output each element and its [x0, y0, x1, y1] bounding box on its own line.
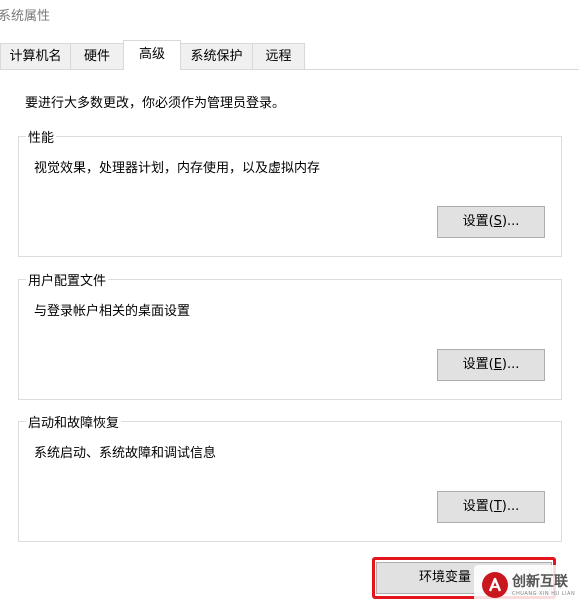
tab-remote[interactable]: 远程	[252, 43, 305, 69]
performance-group-title: 性能	[26, 127, 57, 146]
startup-recovery-group-title: 启动和故障恢复	[26, 412, 122, 431]
button-label-prefix: 设置(	[462, 214, 494, 229]
access-key: T	[493, 499, 502, 514]
startup-recovery-description: 系统启动、系统故障和调试信息	[34, 446, 217, 461]
performance-group	[18, 136, 562, 257]
button-label-suffix: )...	[501, 214, 520, 229]
user-profiles-description: 与登录帐户相关的桌面设置	[34, 304, 191, 319]
tab-advanced[interactable]: 高级	[123, 40, 181, 70]
window-title: 系统属性	[0, 9, 51, 24]
tab-system-protection[interactable]: 系统保护	[180, 43, 253, 69]
tab-strip: 计算机名 硬件 高级 系统保护 远程	[0, 40, 579, 70]
performance-description: 视觉效果，处理器计划，内存使用，以及虚拟内存	[34, 161, 321, 176]
watermark-subtext: CHUANG XIN HU LIAN	[512, 591, 576, 597]
user-profiles-group-title: 用户配置文件	[26, 270, 109, 289]
performance-settings-button[interactable]: 设置(S)...	[437, 206, 545, 238]
button-label-prefix: 设置(	[462, 357, 494, 372]
access-key: E	[493, 357, 502, 372]
watermark-text: 创新互联	[512, 574, 568, 590]
user-profiles-settings-button[interactable]: 设置(E)...	[437, 349, 545, 381]
button-label-suffix: )...	[501, 357, 520, 372]
user-profiles-group	[18, 279, 562, 400]
button-label-suffix: )...	[501, 499, 520, 514]
startup-recovery-settings-button[interactable]: 设置(T)...	[437, 491, 545, 523]
logo-glyph	[488, 577, 502, 592]
tab-hardware[interactable]: 硬件	[70, 43, 124, 69]
access-key: S	[493, 214, 502, 229]
button-label-prefix: 设置(	[462, 499, 494, 514]
title-bar: 系统属性	[0, 0, 579, 28]
admin-notice: 要进行大多数更改，你必须作为管理员登录。	[25, 96, 286, 111]
startup-recovery-group	[18, 421, 562, 542]
tab-computer-name[interactable]: 计算机名	[0, 43, 71, 69]
logo-icon	[482, 572, 508, 598]
